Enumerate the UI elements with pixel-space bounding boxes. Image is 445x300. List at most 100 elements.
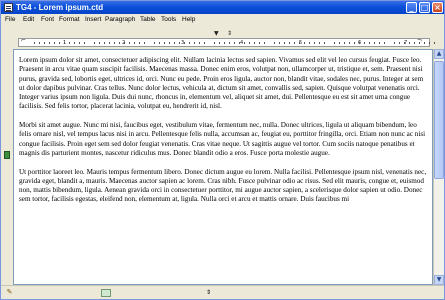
ruler-tick: [414, 42, 415, 44]
ruler-tick: [229, 42, 230, 44]
ruler-tick: [234, 42, 235, 44]
ruler-tick: [394, 42, 395, 44]
ruler-tick: [299, 42, 300, 44]
ruler-tick: [379, 42, 380, 44]
ruler-tick: [279, 42, 280, 44]
app-window: TG4 - Lorem ipsum.ctd _ □ × File Edit Fo…: [0, 0, 445, 300]
ruler-tick: [374, 42, 375, 44]
scroll-thumb[interactable]: [434, 61, 444, 179]
ruler-tick: [364, 42, 365, 44]
ruler-tick: [64, 42, 65, 44]
left-indent-icon[interactable]: ⌐: [21, 37, 26, 45]
ruler-tick: [74, 42, 75, 44]
maximize-button[interactable]: □: [419, 2, 430, 13]
ruler-tick: [189, 42, 190, 44]
ruler-number: 4: [240, 40, 244, 46]
ruler-tick: [284, 42, 285, 44]
ruler-tick: [69, 42, 70, 44]
ruler-tick: [169, 42, 170, 44]
ruler-tick: [99, 42, 100, 44]
menu-paragraph[interactable]: Paragraph: [105, 16, 135, 24]
ruler-tick: [319, 42, 320, 44]
ruler-tick: [109, 42, 110, 44]
ruler-tick: [204, 42, 205, 44]
ruler-tick: [164, 42, 165, 44]
close-button[interactable]: ×: [432, 2, 443, 13]
window-title: TG4 - Lorem ipsum.ctd: [16, 3, 104, 12]
horizontal-ruler[interactable]: ⌐ 1 2 3 4 5 6 7 ¬: [18, 37, 435, 47]
ruler-tick: [369, 42, 370, 44]
ruler-tick: [49, 42, 50, 44]
ruler-tick: [114, 42, 115, 44]
scroll-up-icon: ▲: [436, 50, 442, 57]
ruler-tick: [384, 42, 385, 44]
document-app-icon[interactable]: [4, 3, 13, 12]
menu-format[interactable]: Format: [59, 16, 80, 24]
ruler-tick: [429, 42, 430, 44]
split-arrows-icon[interactable]: ⇕: [206, 288, 211, 297]
ruler-tick: [244, 42, 245, 44]
ruler-tick: [54, 42, 55, 44]
ruler-tick: [174, 42, 175, 44]
vertical-scrollbar[interactable]: ▲ ▼: [433, 49, 444, 285]
ruler-tick: [94, 42, 95, 44]
ruler-tick: [214, 42, 215, 44]
ruler-tick: [304, 42, 305, 44]
document-editor[interactable]: Lorem ipsum dolor sit amet, consectetuer…: [13, 49, 433, 285]
ruler-tick: [159, 42, 160, 44]
ruler-tick: [219, 42, 220, 44]
ruler-tick: [354, 42, 355, 44]
ruler-tick: [249, 42, 250, 44]
ruler-tick: [134, 42, 135, 44]
bottom-bar: ✎ ⇕: [1, 285, 444, 299]
menu-file[interactable]: File: [5, 16, 15, 24]
ruler-tick: [324, 42, 325, 44]
menu-tools[interactable]: Tools: [161, 16, 176, 24]
title-bar[interactable]: TG4 - Lorem ipsum.ctd _ □ ×: [1, 1, 444, 14]
ruler-tick: [404, 42, 405, 44]
ruler-tick: [199, 42, 200, 44]
green-box-icon[interactable]: [101, 289, 111, 297]
paragraph[interactable]: Lorem ipsum dolor sit amet, consectetuer…: [19, 56, 427, 112]
maximize-icon: □: [420, 3, 429, 12]
tab-stop-down-icon[interactable]: ▼: [214, 30, 219, 38]
ruler-tick: [59, 42, 60, 44]
ruler-tick: [144, 42, 145, 44]
ruler-tick: [154, 42, 155, 44]
ruler-tick: [349, 42, 350, 44]
menu-font[interactable]: Font: [41, 16, 54, 24]
paragraph[interactable]: Ut porttitor laoreet leo. Mauris tempus …: [19, 168, 427, 205]
document-text[interactable]: Lorem ipsum dolor sit amet, consectetuer…: [19, 56, 427, 214]
menu-table[interactable]: Table: [140, 16, 156, 24]
menu-edit[interactable]: Edit: [23, 16, 34, 24]
menu-insert[interactable]: Insert: [85, 16, 101, 24]
scroll-up-button[interactable]: ▲: [434, 49, 444, 59]
indent-marker-icon[interactable]: ⇕: [227, 30, 232, 38]
ruler-tick: [194, 42, 195, 44]
scroll-down-icon: ▼: [436, 276, 442, 283]
ruler-tick: [79, 42, 80, 44]
ruler-tick: [424, 42, 425, 44]
ruler-tick: [409, 42, 410, 44]
ruler-tick: [179, 42, 180, 44]
scroll-down-button[interactable]: ▼: [434, 275, 444, 285]
menu-help[interactable]: Help: [182, 16, 195, 24]
paragraph[interactable]: Morbi sit amet augue. Nunc mi nisi, fauc…: [19, 121, 427, 158]
left-gutter: [1, 49, 13, 285]
ruler-tick: [259, 42, 260, 44]
minimize-icon: _: [409, 3, 414, 12]
ruler-tick: [224, 42, 225, 44]
menu-bar: File Edit Font Format Insert Paragraph T…: [1, 14, 444, 26]
ruler-area: ▼ ⇕ ⌐ 1 2 3 4 5 6 7 ¬: [1, 26, 444, 48]
minimize-button[interactable]: _: [406, 2, 417, 13]
bookmark-marker-icon[interactable]: [4, 151, 10, 159]
ruler-tick: [434, 42, 435, 44]
ruler-tick: [34, 42, 35, 44]
ruler-tick: [274, 42, 275, 44]
ruler-tick: [264, 42, 265, 44]
ruler-tick: [44, 42, 45, 44]
ruler-tick: [129, 42, 130, 44]
ruler-tick: [104, 42, 105, 44]
paperclip-icon[interactable]: ✎: [5, 288, 14, 297]
ruler-tick: [344, 42, 345, 44]
